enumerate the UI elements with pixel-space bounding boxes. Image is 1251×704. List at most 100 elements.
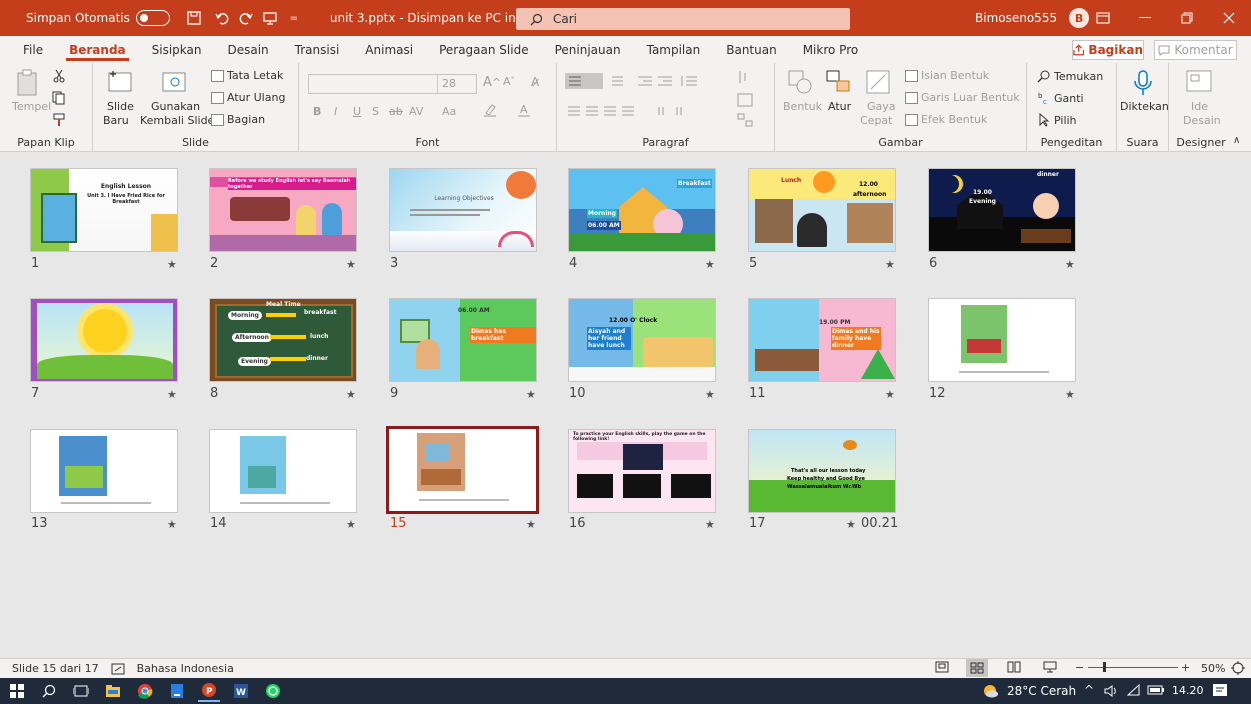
slide-thumbnail-selected[interactable] [386,426,539,514]
slide-thumbnail[interactable]: Lunch 12.00 afternoon [748,168,896,252]
task-view-icon[interactable] [70,680,92,702]
notification-icon[interactable] [1212,683,1228,699]
battery-icon[interactable] [1147,685,1165,695]
new-slide-label-1[interactable]: Slide [107,100,134,113]
reuse-slide-label-2[interactable]: Kembali Slide [140,114,214,127]
shapes-icon[interactable] [787,69,813,95]
present-icon[interactable] [260,8,280,28]
select-button[interactable]: Pilih [1037,113,1077,127]
customize-qat-icon[interactable]: = [284,8,304,28]
arrange-label[interactable]: Atur [828,100,851,113]
wifi-icon[interactable] [1127,684,1141,698]
tab-animations[interactable]: Animasi [362,39,416,61]
font-name-box[interactable] [308,74,438,94]
slide-thumbnail[interactable]: English Lesson Unit 3. I Have Fried Rice… [30,168,178,252]
store-icon[interactable] [166,680,188,702]
slide-thumbnail[interactable]: To practice your English skills, play th… [568,429,716,513]
tab-help[interactable]: Bantuan [723,39,779,61]
shrink-font-icon[interactable]: Aˇ [503,75,515,88]
find-button[interactable]: Temukan [1037,69,1103,83]
clock[interactable]: 14.20 [1172,684,1204,697]
design-ideas-icon[interactable] [1185,69,1213,95]
slide-sorter-view-icon[interactable] [966,659,988,677]
slideshow-view-icon[interactable] [1043,661,1057,676]
document-title[interactable]: unit 3.pptx - Disimpan ke PC ini [330,11,519,25]
autosave-toggle[interactable] [135,10,170,26]
tab-file[interactable]: File [20,39,46,61]
grow-font-icon[interactable]: A ^ [483,75,501,90]
undo-icon[interactable] [212,8,232,28]
char-spacing-button[interactable]: AV [409,105,423,118]
font-color-icon[interactable]: A [517,103,531,117]
slide-thumbnail[interactable]: That's all our lesson today Keep healthy… [748,429,896,513]
zoom-out-button[interactable]: − [1075,661,1084,674]
collapse-ribbon-icon[interactable]: ∧ [1233,135,1240,146]
tab-transitions[interactable]: Transisi [292,39,343,61]
reading-view-icon[interactable] [1007,661,1021,676]
shape-fill-button[interactable]: Isian Bentuk [905,69,989,82]
section-button[interactable]: Bagian [211,113,265,126]
weather-widget[interactable]: 28°C Cerah [981,683,1076,699]
quick-styles-label-2[interactable]: Cepat [860,114,892,127]
numbering-icon[interactable] [607,75,627,87]
slide-thumbnail[interactable] [30,298,178,382]
strikethrough-button[interactable]: ab [389,105,403,118]
close-button[interactable] [1209,0,1249,36]
restore-button[interactable] [1167,0,1207,36]
text-direction-icon[interactable] [657,105,693,117]
change-case-button[interactable]: Aa [442,105,456,118]
slide-thumbnail[interactable]: Breakfast Morning 06.00 AM [568,168,716,252]
tray-expand-icon[interactable]: ^ [1084,683,1094,697]
windows-start-icon[interactable] [6,680,28,702]
bullets-icon[interactable] [565,73,603,89]
tab-view[interactable]: Tampilan [644,39,704,61]
normal-view-icon[interactable] [935,661,949,676]
font-size-box[interactable]: 28 [437,74,477,94]
design-ideas-label-2[interactable]: Desain [1183,114,1221,127]
smartart-icon[interactable] [737,113,753,127]
tab-home[interactable]: Beranda [66,39,129,61]
slide-thumbnail[interactable]: Before we study English let's say Basmal… [209,168,357,252]
slide-thumbnail[interactable] [209,429,357,513]
design-ideas-label-1[interactable]: Ide [1191,100,1208,113]
underline-button[interactable]: U [353,105,361,118]
user-account[interactable]: Bimoseno555 B [975,0,1092,36]
powerpoint-icon[interactable]: P [198,680,220,702]
share-button[interactable]: Bagikan [1072,40,1144,60]
slide-thumbnail[interactable]: dinner 19.00 Evening [928,168,1076,252]
search-icon[interactable] [38,680,60,702]
tab-slideshow[interactable]: Peragaan Slide [436,39,532,61]
shape-outline-button[interactable]: Garis Luar Bentuk [905,91,1020,104]
language-label[interactable]: Bahasa Indonesia [137,662,234,675]
slide-thumbnail[interactable]: Meal Time Morning Afternoon Evening brea… [209,298,357,382]
whatsapp-icon[interactable] [262,680,284,702]
quick-styles-label-1[interactable]: Gaya [867,100,896,113]
slide-thumbnail[interactable] [30,429,178,513]
bold-button[interactable]: B [313,105,321,118]
arrange-icon[interactable] [825,69,851,95]
shadow-button[interactable]: S [372,105,379,118]
word-icon[interactable]: W [230,680,252,702]
tab-design[interactable]: Desain [224,39,271,61]
quick-styles-icon[interactable] [865,69,891,95]
zoom-in-button[interactable]: + [1181,661,1190,674]
slide-thumbnail[interactable]: 12.00 O' Clock Aisyah and her friend hav… [568,298,716,382]
shape-effects-button[interactable]: Efek Bentuk [905,113,987,126]
zoom-slider-thumb[interactable] [1103,662,1106,672]
italic-button[interactable]: I [334,105,337,118]
text-align-icon[interactable] [737,69,753,85]
slide-thumbnail[interactable]: 06.00 AM Dimas has breakfast [389,298,537,382]
highlight-icon[interactable] [483,103,497,117]
replace-button[interactable]: bc Ganti [1037,91,1084,106]
chrome-icon[interactable] [134,680,156,702]
reuse-slide-icon[interactable] [161,69,187,95]
ribbon-display-icon[interactable] [1083,0,1123,36]
format-painter-icon[interactable] [52,113,66,127]
cut-icon[interactable] [52,69,66,83]
slide-thumbnail[interactable] [928,298,1076,382]
zoom-level[interactable]: 50% [1201,662,1225,675]
comment-button[interactable]: Komentar [1154,40,1237,60]
paste-button[interactable] [16,69,40,97]
file-explorer-icon[interactable] [102,680,124,702]
new-slide-label-2[interactable]: Baru [103,114,129,127]
